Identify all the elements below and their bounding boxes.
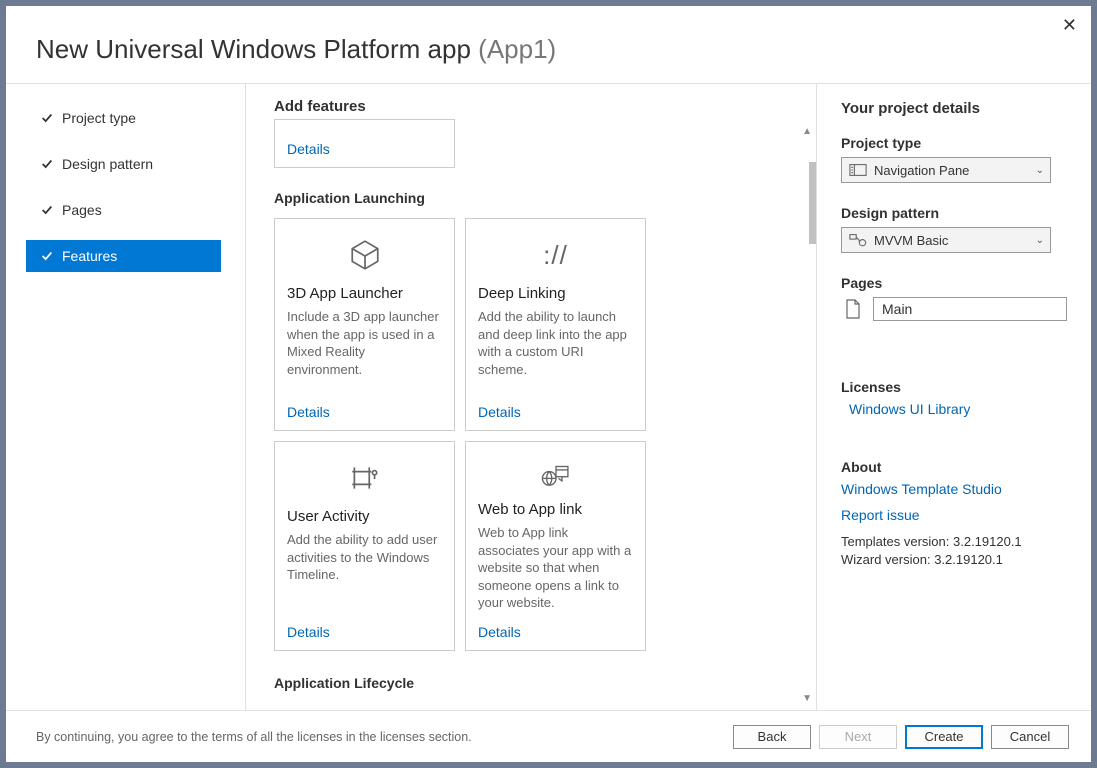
about-link-report-issue[interactable]: Report issue: [841, 507, 1067, 523]
cancel-button[interactable]: Cancel: [991, 725, 1069, 749]
about-link-template-studio[interactable]: Windows Template Studio: [841, 481, 1067, 497]
feature-card-3d-app-launcher[interactable]: 3D App Launcher Include a 3D app launche…: [274, 218, 455, 431]
feature-card-truncated[interactable]: Details: [274, 119, 455, 168]
globe-app-icon: [478, 454, 633, 495]
close-button[interactable]: ✕: [1058, 12, 1081, 38]
licenses-label: Licenses: [841, 379, 1067, 395]
license-agree-text: By continuing, you agree to the terms of…: [36, 730, 725, 744]
main-panel: ▲ ▼ Add features Details Application Lau…: [246, 84, 817, 710]
dialog-body: Project type Design pattern Pages Featur…: [6, 84, 1091, 710]
details-heading: Your project details: [841, 100, 1067, 117]
scroll-up-arrow[interactable]: ▲: [802, 126, 812, 137]
dialog-window: ✕ New Universal Windows Platform app (Ap…: [6, 6, 1091, 762]
sidebar-item-project-type[interactable]: Project type: [26, 102, 221, 134]
add-features-heading: Add features: [274, 98, 786, 115]
design-pattern-dropdown[interactable]: MVVM Basic ⌄: [841, 227, 1051, 253]
dialog-title: New Universal Windows Platform app (App1…: [36, 34, 1061, 65]
sidebar-item-label: Features: [62, 248, 117, 264]
feature-card-user-activity[interactable]: User Activity Add the ability to add use…: [274, 441, 455, 651]
card-desc: Add the ability to add user activities t…: [287, 531, 442, 612]
section-application-launching: Application Launching: [274, 190, 786, 206]
wizard-sidebar: Project type Design pattern Pages Featur…: [6, 84, 246, 710]
sidebar-item-label: Pages: [62, 202, 102, 218]
mvvm-icon: [848, 232, 868, 248]
details-link[interactable]: Details: [478, 404, 633, 420]
uri-icon: ://: [478, 231, 633, 279]
card-desc: Add the ability to launch and deep link …: [478, 308, 633, 392]
project-details-panel: Your project details Project type Naviga…: [817, 84, 1091, 710]
close-icon: ✕: [1062, 15, 1077, 35]
title-bar: New Universal Windows Platform app (App1…: [6, 6, 1091, 84]
scroll-down-arrow[interactable]: ▼: [802, 693, 812, 704]
card-desc: Include a 3D app launcher when the app i…: [287, 308, 442, 392]
page-row: Main: [841, 297, 1067, 321]
pages-label: Pages: [841, 275, 1067, 291]
about-label: About: [841, 459, 1067, 475]
page-name-field[interactable]: Main: [873, 297, 1067, 321]
create-button[interactable]: Create: [905, 725, 983, 749]
card-title: 3D App Launcher: [287, 285, 442, 302]
wizard-version: Wizard version: 3.2.19120.1: [841, 551, 1067, 569]
sidebar-item-label: Project type: [62, 110, 136, 126]
dialog-footer: By continuing, you agree to the terms of…: [6, 710, 1091, 762]
sidebar-item-design-pattern[interactable]: Design pattern: [26, 148, 221, 180]
project-type-label: Project type: [841, 135, 1067, 151]
section-application-lifecycle: Application Lifecycle: [274, 675, 786, 691]
card-desc: Web to App link associates your app with…: [478, 524, 633, 612]
details-link[interactable]: Details: [287, 624, 442, 640]
sidebar-item-features[interactable]: Features: [26, 240, 221, 272]
cube-icon: [287, 231, 442, 279]
scrollbar-thumb[interactable]: [809, 162, 816, 244]
navigation-pane-icon: [848, 162, 868, 178]
check-icon: [40, 203, 54, 217]
templates-version: Templates version: 3.2.19120.1: [841, 533, 1067, 551]
back-button[interactable]: Back: [733, 725, 811, 749]
title-main: New Universal Windows Platform app: [36, 34, 471, 64]
card-title: User Activity: [287, 508, 442, 525]
license-link[interactable]: Windows UI Library: [841, 401, 1067, 417]
card-title: Deep Linking: [478, 285, 633, 302]
design-pattern-label: Design pattern: [841, 205, 1067, 221]
document-icon: [841, 298, 865, 320]
feature-card-deep-linking[interactable]: :// Deep Linking Add the ability to laun…: [465, 218, 646, 431]
timeline-icon: [287, 454, 442, 502]
feature-card-web-to-app[interactable]: Web to App link Web to App link associat…: [465, 441, 646, 651]
check-icon: [40, 249, 54, 263]
dropdown-value: MVVM Basic: [874, 233, 948, 248]
dropdown-value: Navigation Pane: [874, 163, 969, 178]
check-icon: [40, 157, 54, 171]
card-title: Web to App link: [478, 501, 633, 518]
next-button: Next: [819, 725, 897, 749]
card-row: 3D App Launcher Include a 3D app launche…: [274, 218, 786, 431]
details-link[interactable]: Details: [287, 404, 442, 420]
chevron-down-icon: ⌄: [1036, 235, 1044, 246]
sidebar-item-label: Design pattern: [62, 156, 153, 172]
title-sub: (App1): [478, 34, 556, 64]
check-icon: [40, 111, 54, 125]
details-link[interactable]: Details: [287, 141, 330, 157]
chevron-down-icon: ⌄: [1036, 165, 1044, 176]
sidebar-item-pages[interactable]: Pages: [26, 194, 221, 226]
project-type-dropdown[interactable]: Navigation Pane ⌄: [841, 157, 1051, 183]
card-row: User Activity Add the ability to add use…: [274, 441, 786, 651]
details-link[interactable]: Details: [478, 624, 633, 640]
